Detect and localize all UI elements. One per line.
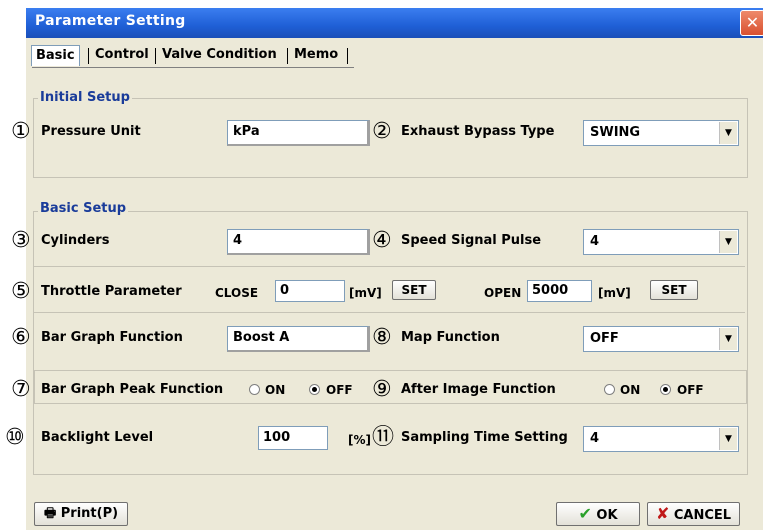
tab-basic[interactable]: Basic — [31, 45, 80, 66]
speed-signal-label: Speed Signal Pulse — [401, 233, 542, 248]
print-label: Print(P) — [60, 506, 119, 521]
exhaust-bypass-label: Exhaust Bypass Type — [401, 124, 555, 139]
marker-1: ① — [11, 119, 31, 144]
bar-peak-label: Bar Graph Peak Function — [41, 382, 224, 397]
tab-valve-condition[interactable]: Valve Condition — [158, 45, 281, 65]
throttle-close-label: CLOSE — [215, 286, 259, 300]
chevron-down-icon[interactable]: ▼ — [719, 231, 737, 253]
after-image-on-radio[interactable] — [604, 384, 615, 395]
tab-divider — [347, 48, 348, 64]
marker-9: ⑨ — [372, 377, 392, 402]
printer-icon: 🖶 — [43, 506, 57, 521]
after-image-off-label: OFF — [677, 383, 704, 397]
exhaust-bypass-value: SWING — [590, 125, 641, 140]
speed-signal-select[interactable]: 4 ▼ — [583, 229, 739, 255]
row-divider — [34, 312, 745, 313]
print-button[interactable]: 🖶 Print(P) — [34, 502, 128, 526]
after-image-label: After Image Function — [401, 382, 556, 397]
bar-graph-label: Bar Graph Function — [41, 330, 183, 345]
marker-4: ④ — [372, 228, 392, 253]
bar-graph-field[interactable]: Boost A — [227, 326, 370, 352]
chevron-down-icon[interactable]: ▼ — [719, 328, 737, 350]
sampling-select[interactable]: 4 ▼ — [583, 426, 739, 452]
bar-peak-off-radio[interactable] — [309, 384, 320, 395]
pressure-unit-field[interactable]: kPa — [227, 120, 370, 146]
close-icon[interactable]: ✕ — [740, 10, 763, 36]
cancel-label: CANCEL — [673, 508, 732, 523]
throttle-close-input[interactable]: 0 — [275, 280, 345, 302]
bar-peak-on-radio[interactable] — [249, 384, 260, 395]
marker-7: ⑦ — [11, 377, 31, 402]
throttle-close-unit: [mV] — [349, 286, 382, 300]
backlight-unit: [%] — [348, 433, 371, 447]
backlight-label: Backlight Level — [41, 430, 154, 445]
cancel-button[interactable]: ✘ CANCEL — [647, 502, 740, 526]
bar-peak-on-label: ON — [265, 383, 286, 397]
throttle-open-set-button[interactable]: SET — [650, 280, 698, 300]
backlight-input[interactable]: 100 — [258, 426, 328, 450]
marker-5: ⑤ — [11, 279, 31, 304]
tab-underline — [32, 67, 354, 68]
marker-3: ③ — [11, 228, 31, 253]
basic-setup-title: Basic Setup — [38, 201, 129, 216]
throttle-label: Throttle Parameter — [41, 284, 182, 299]
row-divider — [34, 266, 745, 267]
cylinders-field[interactable]: 4 — [227, 229, 370, 255]
marker-11: ⑪ — [372, 425, 395, 450]
map-function-select[interactable]: OFF ▼ — [583, 326, 739, 352]
sampling-value: 4 — [590, 431, 600, 446]
marker-8: ⑧ — [372, 325, 392, 350]
x-icon: ✘ — [655, 504, 670, 523]
after-image-off-radio[interactable] — [660, 384, 671, 395]
throttle-close-set-button[interactable]: SET — [392, 280, 436, 300]
speed-signal-value: 4 — [590, 234, 600, 249]
throttle-open-label: OPEN — [484, 286, 522, 300]
ok-button[interactable]: ✔ OK — [556, 502, 640, 526]
tab-divider — [287, 48, 288, 64]
marker-10: ⑩ — [5, 425, 25, 450]
exhaust-bypass-select[interactable]: SWING ▼ — [583, 120, 739, 146]
tab-divider — [88, 48, 89, 64]
map-function-value: OFF — [590, 331, 619, 346]
throttle-open-unit: [mV] — [598, 286, 631, 300]
initial-setup-title: Initial Setup — [38, 90, 132, 105]
after-image-on-label: ON — [620, 383, 641, 397]
sampling-label: Sampling Time Setting — [401, 430, 568, 445]
throttle-open-input[interactable]: 5000 — [527, 280, 592, 302]
ok-label: OK — [596, 508, 618, 523]
chevron-down-icon[interactable]: ▼ — [719, 122, 737, 144]
marker-2: ② — [372, 119, 392, 144]
pressure-unit-label: Pressure Unit — [41, 124, 141, 139]
cylinders-label: Cylinders — [41, 233, 110, 248]
map-function-label: Map Function — [401, 330, 500, 345]
window-title: Parameter Setting — [35, 13, 186, 29]
tab-control[interactable]: Control — [91, 45, 153, 65]
tab-divider — [155, 48, 156, 64]
tab-memo[interactable]: Memo — [290, 45, 342, 65]
marker-6: ⑥ — [11, 325, 31, 350]
bar-peak-off-label: OFF — [326, 383, 353, 397]
check-icon: ✔ — [578, 504, 592, 523]
chevron-down-icon[interactable]: ▼ — [719, 428, 737, 450]
